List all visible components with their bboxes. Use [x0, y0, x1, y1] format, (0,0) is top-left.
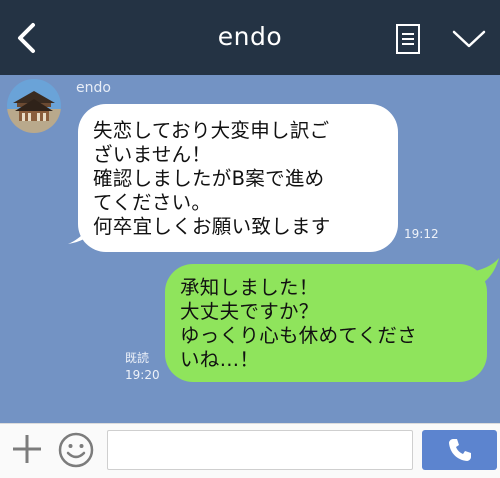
read-receipt: 既読: [125, 351, 150, 365]
sender-name: endo: [76, 80, 111, 96]
message-input-bar: [0, 423, 500, 478]
message-input[interactable]: [107, 430, 413, 470]
incoming-message-time: 19:12: [404, 227, 439, 241]
outgoing-message-time: 19:20: [125, 368, 160, 382]
call-button[interactable]: [422, 430, 497, 470]
emoji-button[interactable]: [57, 431, 95, 469]
plus-icon: [13, 435, 41, 463]
incoming-message-bubble[interactable]: 失恋しており大変申し訳ご ざいません！ 確認しましたがB案で進め てください。 …: [78, 104, 398, 252]
temple-photo-icon: [7, 79, 61, 133]
dropdown-button[interactable]: [450, 26, 488, 52]
phone-icon: [448, 439, 471, 461]
chevron-down-icon: [452, 30, 486, 48]
sender-avatar[interactable]: [7, 79, 61, 133]
chat-header: endo: [0, 0, 500, 75]
notes-button[interactable]: [390, 22, 426, 56]
outgoing-message-bubble[interactable]: 承知しました！ 大丈夫ですか？ ゆっくり心も休めてくださ いね…！: [165, 264, 487, 382]
add-attachment-button[interactable]: [10, 432, 44, 466]
notes-list-icon: [396, 24, 420, 54]
smiley-icon: [58, 432, 94, 468]
